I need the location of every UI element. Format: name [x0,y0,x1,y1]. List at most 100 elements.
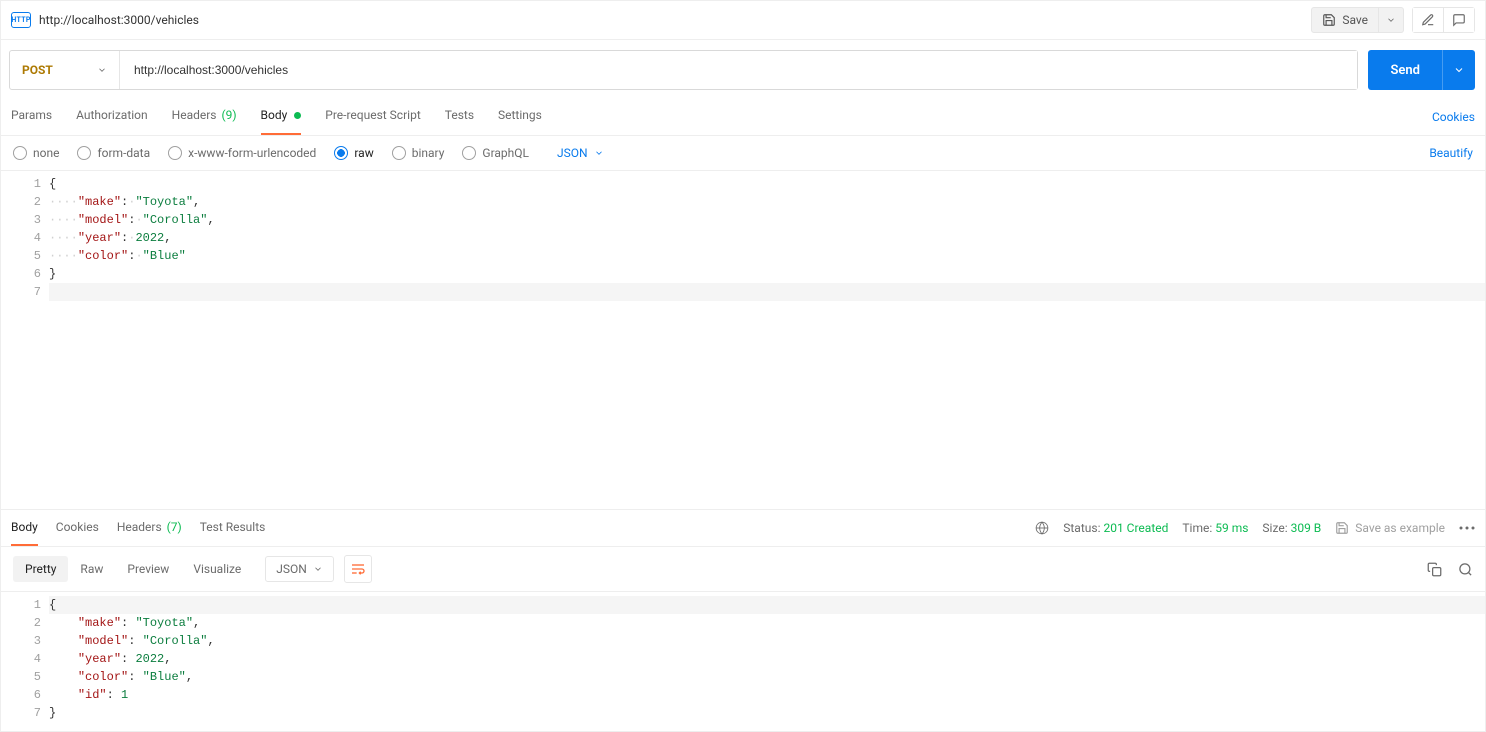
time-block: Time: 59 ms [1182,521,1248,535]
radio-binary[interactable]: binary [392,146,445,160]
size-value: 309 B [1291,521,1322,535]
radio-xwww[interactable]: x-www-form-urlencoded [168,146,316,160]
cookies-link[interactable]: Cookies [1432,100,1475,134]
radio-raw[interactable]: raw [334,146,373,160]
chevron-down-icon [313,564,323,574]
resp-code[interactable]: { "make": "Toyota", "model": "Corolla", … [49,592,1485,731]
http-icon: HTTP [11,12,31,28]
tab-prerequest[interactable]: Pre-request Script [325,98,420,135]
time-value: 59 ms [1215,521,1248,535]
body-format-label: JSON [557,146,588,160]
chevron-down-icon [97,65,107,75]
body-types: none form-data x-www-form-urlencoded raw… [13,146,604,160]
view-raw[interactable]: Raw [68,556,115,582]
http-method-select[interactable]: POST [10,51,120,89]
radio-icon [462,146,476,160]
titlebar-icon-group [1412,7,1475,33]
response-right-tools [1427,562,1473,577]
response-format-label: JSON [276,562,307,576]
save-as-example-button[interactable]: Save as example [1335,521,1445,535]
edit-button[interactable] [1413,8,1443,32]
radio-icon [392,146,406,160]
view-preview[interactable]: Preview [115,556,181,582]
titlebar-right: Save [1311,7,1475,33]
pencil-icon [1421,13,1435,27]
radio-icon [334,146,348,160]
resp-tab-body[interactable]: Body [11,510,38,546]
tab-headers-count: (9) [221,108,236,122]
tab-headers-label: Headers [172,108,217,122]
resp-tab-cookies[interactable]: Cookies [56,510,99,546]
body-changed-indicator-icon [294,112,301,119]
send-dropdown[interactable] [1442,50,1475,90]
status-block: Status: 201 Created [1063,521,1168,535]
save-button[interactable]: Save [1311,7,1379,33]
tab-settings[interactable]: Settings [498,98,542,135]
comments-button[interactable] [1443,8,1474,32]
url-input[interactable] [120,51,1357,89]
beautify-link[interactable]: Beautify [1429,146,1473,160]
chevron-down-icon [1386,15,1396,25]
view-pretty[interactable]: Pretty [13,556,68,582]
request-tabs: Params Authorization Headers (9) Body Pr… [11,98,542,135]
response-body-editor[interactable]: 1234567 { "make": "Toyota", "model": "Co… [1,591,1485,731]
save-icon [1335,521,1349,535]
copy-icon [1427,562,1442,577]
tab-body[interactable]: Body [261,98,302,135]
request-tabs-row: Params Authorization Headers (9) Body Pr… [1,98,1485,136]
word-wrap-button[interactable] [344,555,372,583]
request-body-editor[interactable]: 1234567 {····"make":·"Toyota",····"model… [1,170,1485,509]
resp-tab-headers[interactable]: Headers (7) [117,510,182,546]
response-tabs: Body Cookies Headers (7) Test Results [11,510,265,546]
globe-icon[interactable] [1035,521,1049,535]
url-box: POST [9,50,1358,90]
radio-formdata[interactable]: form-data [77,146,150,160]
app-root: HTTP http://localhost:3000/vehicles Save [0,0,1486,732]
view-visualize[interactable]: Visualize [181,556,253,582]
send-label: Send [1368,63,1442,78]
tab-params[interactable]: Params [11,98,52,135]
chevron-down-icon [1453,64,1465,76]
copy-button[interactable] [1427,562,1442,577]
resp-tab-tests[interactable]: Test Results [200,510,266,546]
radio-icon [13,146,27,160]
save-label: Save [1342,13,1368,27]
radio-icon [77,146,91,160]
view-segment: Pretty Raw Preview Visualize [13,556,253,582]
body-type-row: none form-data x-www-form-urlencoded raw… [1,136,1485,170]
url-row: POST Send [1,40,1485,98]
tab-body-label: Body [261,108,288,122]
radio-icon [168,146,182,160]
status-value: 201 Created [1103,521,1168,535]
tab-tests[interactable]: Tests [445,98,474,135]
response-views: Pretty Raw Preview Visualize JSON [13,555,372,583]
size-block: Size: 309 B [1262,521,1321,535]
resp-headers-label: Headers [117,520,162,534]
response-meta: Status: 201 Created Time: 59 ms Size: 30… [1035,521,1475,535]
ellipsis-icon [1459,526,1475,530]
more-actions-button[interactable] [1459,526,1475,530]
request-title: http://localhost:3000/vehicles [39,13,199,27]
response-tabs-row: Body Cookies Headers (7) Test Results St… [1,509,1485,547]
chevron-down-icon [594,148,604,158]
response-toolbar: Pretty Raw Preview Visualize JSON [1,547,1485,591]
http-method-label: POST [22,63,53,77]
search-button[interactable] [1458,562,1473,577]
titlebar-left: HTTP http://localhost:3000/vehicles [11,12,199,28]
response-format-select[interactable]: JSON [265,556,334,582]
radio-none[interactable]: none [13,146,59,160]
save-dropdown[interactable] [1379,7,1404,33]
resp-headers-count: (7) [167,520,182,534]
req-code[interactable]: {····"make":·"Toyota",····"model":·"Coro… [49,171,1485,509]
body-format-select[interactable]: JSON [557,146,604,160]
save-icon [1322,13,1336,27]
save-button-group: Save [1311,7,1404,33]
tab-authorization[interactable]: Authorization [76,98,148,135]
send-button[interactable]: Send [1368,50,1475,90]
radio-graphql[interactable]: GraphQL [462,146,529,160]
tab-headers[interactable]: Headers (9) [172,98,237,135]
search-icon [1458,562,1473,577]
wrap-icon [350,561,366,577]
req-gutter: 1234567 [1,171,49,509]
comment-icon [1452,13,1466,27]
